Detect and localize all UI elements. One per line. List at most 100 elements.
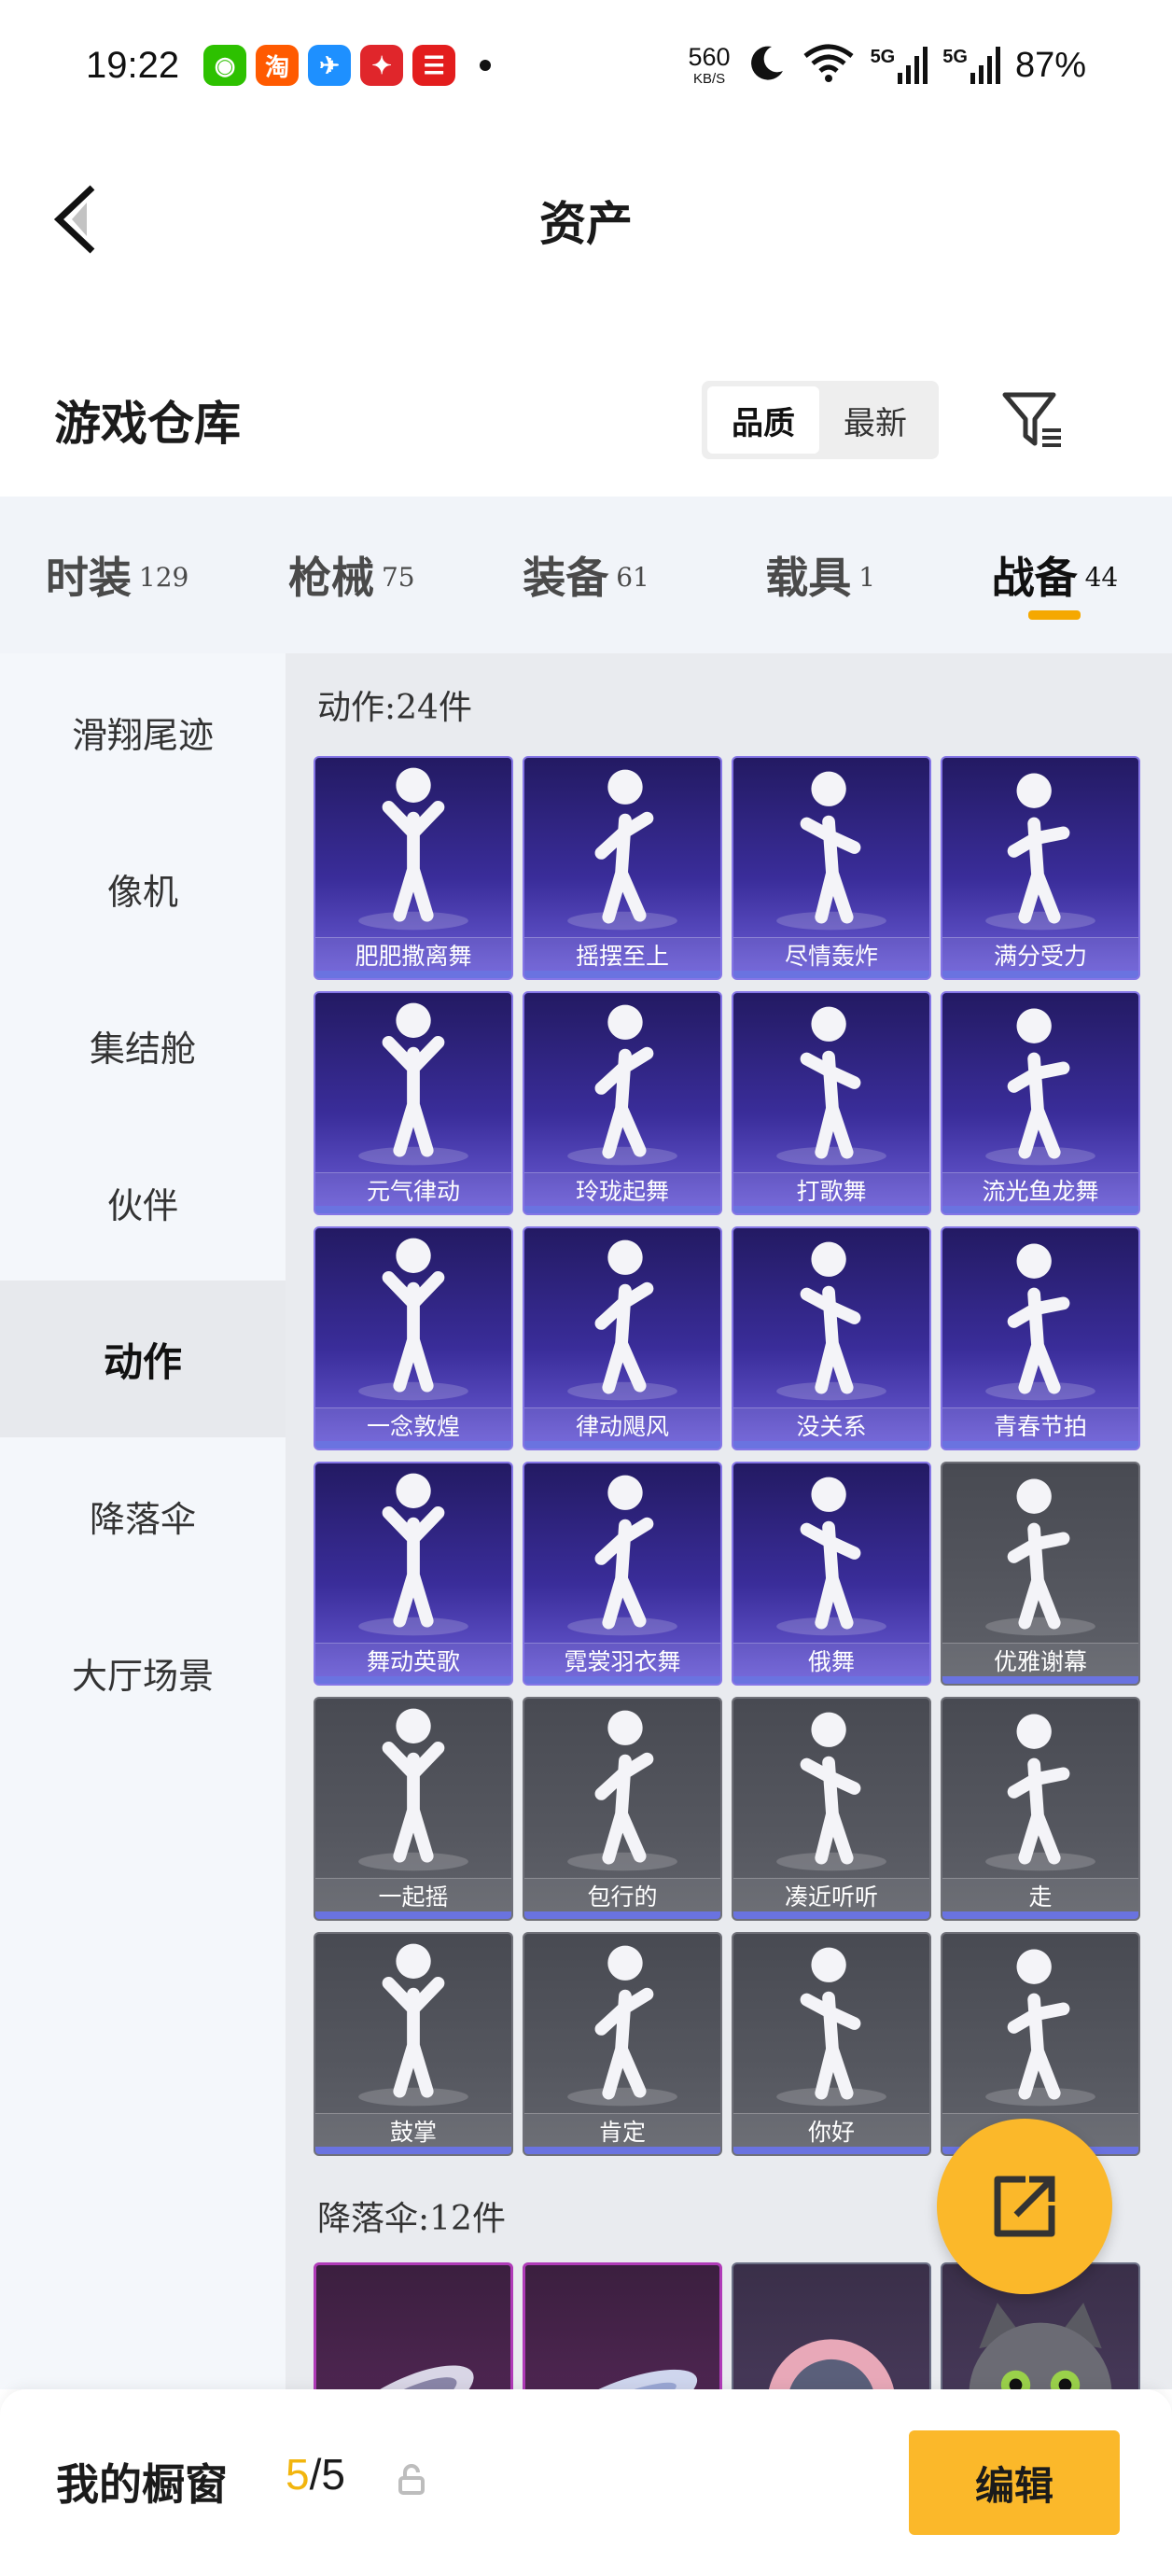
action-card[interactable]: 包行的 bbox=[523, 1697, 722, 1921]
share-external-icon bbox=[994, 2176, 1055, 2237]
dancer-figure-icon bbox=[358, 1943, 468, 2107]
parachute-wing-icon bbox=[340, 2365, 474, 2389]
sidebar-item[interactable]: 降落伞 bbox=[0, 1437, 286, 1594]
action-card[interactable]: 鼓掌 bbox=[314, 1932, 513, 2156]
showcase-current: 5 bbox=[286, 2450, 310, 2499]
network-speed-unit: KB/S bbox=[692, 71, 726, 87]
action-card[interactable]: 肥肥撒离舞 bbox=[314, 756, 513, 980]
action-name: 霓裳羽衣舞 bbox=[524, 1643, 720, 1676]
tab-5[interactable]: 战备 44 bbox=[938, 497, 1172, 653]
action-card[interactable]: 俄舞 bbox=[732, 1462, 931, 1686]
card-rarity-bar bbox=[524, 1441, 720, 1449]
taobao-icon: 淘 bbox=[256, 45, 300, 86]
card-rarity-bar bbox=[733, 971, 929, 978]
action-card[interactable]: 你好 bbox=[732, 1932, 931, 2156]
parachute-card[interactable] bbox=[314, 2262, 513, 2389]
showcase-separator: / bbox=[309, 2450, 322, 2499]
action-card[interactable]: 霓裳羽衣舞 bbox=[523, 1462, 722, 1686]
tab-count: 44 bbox=[1084, 561, 1119, 593]
tab-3[interactable]: 装备 61 bbox=[468, 497, 703, 653]
showcase-bar: 我的橱窗 5/5 编辑 bbox=[0, 2389, 1172, 2576]
card-rarity-bar bbox=[315, 971, 511, 978]
wechat-icon: ◉ bbox=[203, 45, 247, 86]
tab-label: 装备 bbox=[523, 553, 609, 603]
action-name: 打歌舞 bbox=[733, 1172, 929, 1206]
wifi-icon bbox=[802, 43, 856, 89]
action-name: 你好 bbox=[733, 2113, 929, 2147]
action-card[interactable]: 律动飓风 bbox=[523, 1226, 722, 1450]
action-card[interactable]: 玲珑起舞 bbox=[523, 991, 722, 1215]
more-notifications-dot bbox=[480, 60, 492, 71]
card-rarity-bar bbox=[315, 1676, 511, 1684]
action-card[interactable]: 打歌舞 bbox=[732, 991, 931, 1215]
parachute-card[interactable] bbox=[732, 2262, 931, 2389]
tab-2[interactable]: 枪械 75 bbox=[234, 497, 468, 653]
action-card[interactable]: 凑近听听 bbox=[732, 1697, 931, 1921]
parachute-robot-icon bbox=[768, 2339, 895, 2389]
card-rarity-bar bbox=[524, 1676, 720, 1684]
action-card[interactable]: 摇摆至上 bbox=[523, 756, 722, 980]
sidebar-item[interactable]: 大厅场景 bbox=[0, 1594, 286, 1751]
sort-quality-button[interactable]: 品质 bbox=[707, 386, 819, 454]
action-name: 舞动英歌 bbox=[315, 1643, 511, 1676]
action-card[interactable]: 优雅谢幕 bbox=[941, 1462, 1140, 1686]
showcase-count: 5/5 bbox=[286, 2449, 345, 2499]
card-rarity-bar bbox=[733, 1441, 929, 1449]
dancer-figure-icon bbox=[776, 1477, 886, 1636]
tab-4[interactable]: 载具 1 bbox=[704, 497, 938, 653]
action-name: 走 bbox=[942, 1878, 1138, 1911]
sidebar-item[interactable]: 像机 bbox=[0, 810, 286, 967]
parachute-card[interactable] bbox=[523, 2262, 722, 2389]
unionpay-icon: ☰ bbox=[412, 45, 456, 86]
action-card[interactable]: 肯定 bbox=[523, 1932, 722, 2156]
action-name: 肥肥撒离舞 bbox=[315, 937, 511, 971]
action-card[interactable]: 走 bbox=[941, 1697, 1140, 1921]
action-card[interactable]: 元气律动 bbox=[314, 991, 513, 1215]
tab-label: 战备 bbox=[991, 553, 1078, 603]
tab-1[interactable]: 时装 129 bbox=[0, 497, 234, 653]
share-fab-button[interactable] bbox=[937, 2119, 1112, 2294]
action-card[interactable]: 没关系 bbox=[732, 1226, 931, 1450]
sidebar: 滑翔尾迹 像机 集结舱 伙伴 动作 降落伞 大厅场景 bbox=[0, 653, 286, 2389]
sort-latest-button[interactable]: 最新 bbox=[819, 386, 931, 454]
dancer-figure-icon bbox=[358, 767, 468, 931]
tab-count: 75 bbox=[381, 561, 415, 593]
filter-icon bbox=[1002, 392, 1061, 447]
dancer-figure-icon bbox=[358, 1002, 468, 1166]
actions-grid: 肥肥撒离舞 摇摆至上 尽情轰炸 满分受力元气律动 玲珑起舞 打歌舞 流光鱼龙舞一念敦煌 律动飓… bbox=[286, 756, 1172, 2156]
dancer-figure-icon bbox=[985, 1478, 1095, 1636]
action-card[interactable]: 尽情轰炸 bbox=[732, 756, 931, 980]
action-card[interactable]: 一念敦煌 bbox=[314, 1226, 513, 1450]
card-rarity-bar bbox=[524, 1911, 720, 1919]
action-name: 肯定 bbox=[524, 2113, 720, 2147]
dancer-figure-icon bbox=[985, 1714, 1095, 1871]
action-name: 流光鱼龙舞 bbox=[942, 1172, 1138, 1206]
dancer-figure-icon bbox=[776, 1241, 886, 1401]
card-rarity-bar bbox=[733, 2147, 929, 2154]
sidebar-item[interactable]: 伙伴 bbox=[0, 1124, 286, 1281]
action-card[interactable]: 一起摇 bbox=[314, 1697, 513, 1921]
action-card[interactable]: 流光鱼龙舞 bbox=[941, 991, 1140, 1215]
edit-button[interactable]: 编辑 bbox=[909, 2430, 1120, 2535]
sidebar-item[interactable]: 滑翔尾迹 bbox=[0, 653, 286, 810]
action-card[interactable]: 满分受力 bbox=[941, 756, 1140, 980]
dancer-figure-icon bbox=[567, 1945, 677, 2107]
action-name: 青春节拍 bbox=[942, 1407, 1138, 1441]
action-card[interactable]: 青春节拍 bbox=[941, 1226, 1140, 1450]
sort-toggle: 品质 最新 bbox=[702, 381, 939, 459]
action-card[interactable]: 舞动英歌 bbox=[314, 1462, 513, 1686]
card-rarity-bar bbox=[315, 1206, 511, 1213]
dancer-figure-icon bbox=[985, 773, 1095, 931]
network-speed-value: 560 bbox=[688, 43, 731, 71]
dancer-figure-icon bbox=[567, 769, 677, 931]
sidebar-item[interactable]: 集结舱 bbox=[0, 967, 286, 1124]
dancer-figure-icon bbox=[567, 1004, 677, 1166]
filter-button[interactable] bbox=[995, 383, 1069, 457]
action-name: 一起摇 bbox=[315, 1878, 511, 1911]
card-rarity-bar bbox=[315, 2147, 511, 2154]
card-rarity-bar bbox=[942, 1206, 1138, 1213]
sidebar-item[interactable]: 动作 bbox=[0, 1281, 286, 1437]
action-name: 凑近听听 bbox=[733, 1878, 929, 1911]
messenger-icon: ✈ bbox=[308, 45, 352, 86]
warehouse-title: 游戏仓库 bbox=[54, 396, 241, 451]
